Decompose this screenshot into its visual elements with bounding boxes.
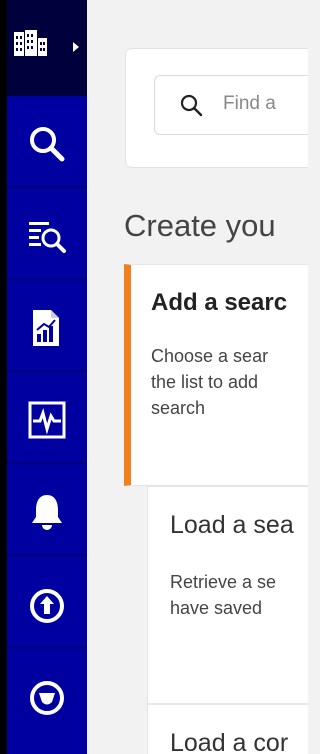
load-search-card[interactable]: Load a sea Retrieve a se have saved: [147, 486, 308, 704]
sidebar-item-building[interactable]: [7, 0, 87, 96]
sidebar-item-reports[interactable]: [7, 280, 87, 372]
search-list-icon: [29, 222, 66, 253]
sidebar-item-search[interactable]: [7, 96, 87, 188]
sidebar-item-monitor[interactable]: [7, 372, 87, 464]
page-title: Create you: [124, 208, 276, 243]
sidebar: [7, 0, 87, 754]
main-content: Find a Create you Add a searc Choose a s…: [87, 0, 308, 754]
search-input[interactable]: Find a: [154, 75, 308, 135]
search-icon: [180, 94, 203, 117]
report-icon: [33, 310, 59, 346]
sidebar-item-more[interactable]: [7, 648, 87, 740]
sidebar-item-alerts[interactable]: [7, 464, 87, 556]
sidebar-item-upload[interactable]: [7, 556, 87, 648]
bell-icon: [32, 495, 62, 530]
add-search-card[interactable]: Add a searc Choose a sear the list to ad…: [124, 264, 308, 486]
sidebar-item-search-list[interactable]: [7, 188, 87, 280]
chevron-down-circle-icon: [30, 681, 64, 715]
search-card: Find a: [125, 48, 308, 168]
card-title: Load a sea: [170, 511, 294, 539]
card-description: Choose a sear the list to add search: [151, 346, 269, 418]
upload-circle-icon: [30, 589, 64, 623]
load-config-card[interactable]: Load a cor: [147, 704, 308, 754]
search-placeholder: Find a: [223, 93, 276, 114]
activity-monitor-icon: [28, 401, 66, 439]
window-edge: [0, 0, 7, 754]
search-icon: [30, 127, 65, 162]
card-title: Load a cor: [170, 729, 289, 754]
card-description: Retrieve a se have saved: [170, 572, 277, 618]
card-title: Add a searc: [151, 289, 288, 316]
building-icon: [14, 30, 47, 56]
expand-caret-icon[interactable]: [73, 42, 79, 52]
